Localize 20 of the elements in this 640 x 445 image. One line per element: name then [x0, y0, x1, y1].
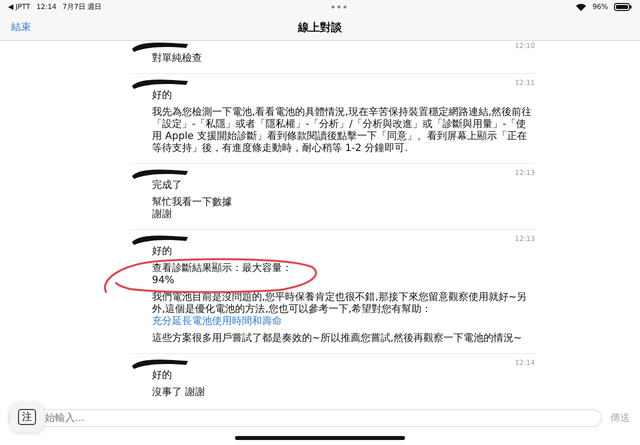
message-text: 完成了 — [152, 180, 183, 192]
message-text: 沒事了 謝謝 — [152, 387, 206, 399]
message-text: 94% — [152, 275, 176, 287]
battery-icon — [614, 3, 632, 11]
message-text: 查看診斷結果顯示：最大容量： — [152, 263, 293, 275]
wifi-icon — [576, 3, 586, 11]
message-text: 好的 — [152, 370, 173, 382]
message-text: 對單純檢查 — [152, 53, 203, 65]
message-text: 我先為您檢測一下電池,看看電池的具體情況,現在辛苦保持裝置穩定網路連結,然後前往「設定」-「私隱」或者「隱私權」-「分析」/「分析與改進」或「診斷與用量」-「使用 Apple 支援開始診斷」看到條款閱讀後點擊一下「同意」。看到屏幕上顯示「正在等待支持」後，有進度條走動時，耐心稍等 1-2 分鐘即可. — [152, 107, 533, 155]
battery-tips-link[interactable]: 充分延長電池使用時間和壽命 — [152, 316, 282, 327]
end-button[interactable]: 結束 — [11, 20, 31, 34]
message-text: 謝謝 — [152, 209, 173, 221]
input-method-button[interactable]: 注 — [10, 402, 44, 432]
redaction-scribble — [130, 41, 190, 53]
window-title: 線上對談 — [298, 20, 342, 34]
message-text: 好的 — [152, 90, 173, 102]
message-text: 幫忙我看一下數據 — [152, 197, 233, 208]
message-text: 這些方案很多用戶嘗試了都是奏效的~所以推薦您嘗試,然後再觀察一下電池的情況~ — [152, 333, 523, 345]
more-dots-icon[interactable] — [331, 5, 348, 9]
message-text: 好的 — [152, 246, 173, 258]
